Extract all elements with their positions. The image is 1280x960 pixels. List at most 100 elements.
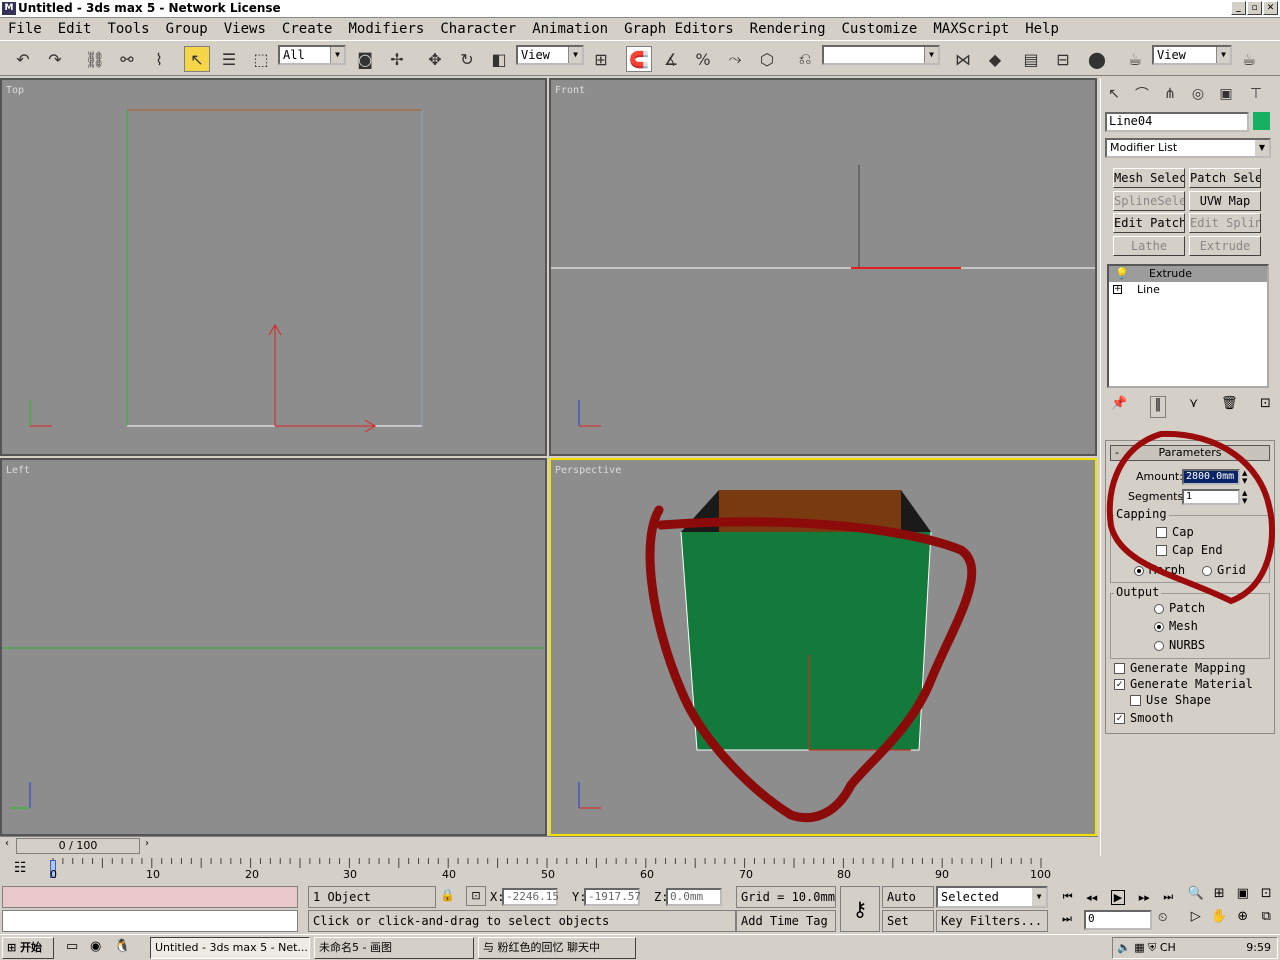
- fov-icon[interactable]: ▷: [1184, 909, 1208, 932]
- network-icon[interactable]: ▦: [1134, 941, 1144, 954]
- modifier-list-dropdown[interactable]: Modifier List ▼: [1105, 138, 1271, 158]
- shield-icon[interactable]: ⛨: [1148, 941, 1156, 954]
- render-scene-icon[interactable]: ☕: [1122, 46, 1148, 72]
- maximize-button[interactable]: ▫: [1247, 1, 1262, 15]
- modify-tab-icon[interactable]: ⌒: [1131, 82, 1153, 106]
- smooth-checkbox[interactable]: ✓ Smooth: [1114, 711, 1173, 725]
- viewport-perspective[interactable]: Perspective: [549, 458, 1097, 836]
- mesh-radio[interactable]: Mesh: [1154, 619, 1198, 633]
- remove-modifier-icon[interactable]: 🗑: [1221, 396, 1238, 418]
- set-key-button[interactable]: Set Key: [882, 910, 934, 932]
- task-chat[interactable]: 与 粉红色的回忆 聊天中: [478, 937, 636, 959]
- object-name-field[interactable]: Line04: [1105, 112, 1249, 132]
- track-view-icon[interactable]: ▤: [1018, 46, 1044, 72]
- menu-create[interactable]: Create: [282, 21, 333, 37]
- undo-icon[interactable]: ↶: [10, 46, 36, 72]
- lightbulb-icon[interactable]: 💡: [1115, 266, 1129, 282]
- rotate-icon[interactable]: ↻: [454, 46, 480, 72]
- menu-customize[interactable]: Customize: [842, 21, 918, 37]
- select-by-name-icon[interactable]: ☰: [216, 46, 242, 72]
- next-key-icon[interactable]: ▸▸: [1139, 891, 1150, 904]
- show-end-result-icon[interactable]: ‖: [1149, 396, 1167, 418]
- qq-icon[interactable]: 🐧: [114, 939, 130, 954]
- create-tab-icon[interactable]: ↖: [1103, 82, 1125, 106]
- task-paint[interactable]: 未命名5 - 画图: [314, 937, 474, 959]
- menu-edit[interactable]: Edit: [58, 21, 92, 37]
- zoom-extents-icon[interactable]: ▣: [1231, 886, 1255, 909]
- angle-snap-icon[interactable]: ∡: [658, 46, 684, 72]
- viewport-front[interactable]: Front: [549, 78, 1097, 456]
- x-coordinate-field[interactable]: -2246.15: [502, 888, 559, 906]
- generate-mapping-checkbox[interactable]: Generate Mapping: [1114, 661, 1246, 675]
- prev-key-icon[interactable]: ◂◂: [1086, 891, 1097, 904]
- utilities-tab-icon[interactable]: ⊤: [1245, 82, 1267, 106]
- lock-selection-icon[interactable]: 🔒: [440, 888, 455, 902]
- menu-rendering[interactable]: Rendering: [750, 21, 826, 37]
- key-filters-button[interactable]: Key Filters...: [936, 910, 1048, 932]
- min-max-toggle-icon[interactable]: ⧉: [1255, 909, 1279, 932]
- menu-maxscript[interactable]: MAXScript: [933, 21, 1009, 37]
- patch-select-button[interactable]: Patch Select: [1189, 168, 1261, 188]
- lathe-button[interactable]: Lathe: [1113, 236, 1185, 256]
- viewport-left[interactable]: Left: [0, 458, 547, 836]
- key-mode-toggle-icon[interactable]: ⏭: [1062, 912, 1072, 926]
- select-link-icon[interactable]: ⛓: [82, 46, 108, 72]
- align-icon[interactable]: ◆: [982, 46, 1008, 72]
- material-editor-icon[interactable]: ⬤: [1084, 46, 1110, 72]
- select-object-icon[interactable]: ↖: [184, 46, 210, 72]
- edit-spline-button[interactable]: Edit Spline: [1189, 213, 1261, 233]
- time-slider[interactable]: 0 / 100: [16, 838, 140, 854]
- snap-3d-icon[interactable]: 🧲: [626, 46, 652, 72]
- start-button[interactable]: ⊞ 开始: [2, 937, 54, 959]
- maxscript-listener-mini[interactable]: [2, 886, 298, 908]
- use-shape-checkbox[interactable]: Use Shape: [1130, 693, 1211, 707]
- bind-space-warp-icon[interactable]: ⌇: [146, 46, 172, 72]
- stack-item-extrude[interactable]: 💡 Extrude: [1109, 266, 1267, 282]
- close-button[interactable]: ✕: [1263, 1, 1278, 15]
- menu-help[interactable]: Help: [1025, 21, 1059, 37]
- y-coordinate-field[interactable]: -1917.57: [584, 888, 641, 906]
- uvw-map-button[interactable]: UVW Map: [1189, 191, 1261, 211]
- redo-icon[interactable]: ↷: [42, 46, 68, 72]
- extrude-button[interactable]: Extrude: [1189, 236, 1261, 256]
- menu-file[interactable]: File: [8, 21, 42, 37]
- zoom-icon[interactable]: 🔍: [1184, 886, 1208, 909]
- motion-tab-icon[interactable]: ◎: [1187, 82, 1209, 106]
- edit-patch-button[interactable]: Edit Patch: [1113, 213, 1185, 233]
- prev-frame-icon[interactable]: ‹: [0, 838, 14, 854]
- arc-rotate-icon[interactable]: ⊕: [1231, 909, 1255, 932]
- ref-coord-dropdown[interactable]: View ▼: [516, 45, 584, 65]
- track-bar[interactable]: ☷ 0 10 20 30 40 50 60 70 80 90 100: [0, 856, 1098, 884]
- ime-icon[interactable]: CH: [1160, 941, 1176, 954]
- time-config-icon[interactable]: ⏲: [1158, 910, 1167, 925]
- expand-plus-icon[interactable]: +: [1113, 285, 1122, 294]
- nurbs-radio[interactable]: NURBS: [1154, 638, 1205, 652]
- app-icon[interactable]: M: [2, 2, 16, 15]
- goto-end-icon[interactable]: ⏭: [1163, 890, 1173, 904]
- move-icon[interactable]: ✥: [422, 46, 448, 72]
- select-move-icon[interactable]: ✢: [384, 46, 410, 72]
- schematic-view-icon[interactable]: ⊟: [1050, 46, 1076, 72]
- viewport-top[interactable]: Top: [0, 78, 547, 456]
- make-unique-icon[interactable]: ⋎: [1189, 396, 1199, 418]
- scale-icon[interactable]: ◧: [486, 46, 512, 72]
- percent-snap-icon[interactable]: %: [690, 46, 716, 72]
- volume-icon[interactable]: 🔈: [1117, 941, 1131, 954]
- spinner-snap-icon[interactable]: ⤳: [722, 46, 748, 72]
- menu-character[interactable]: Character: [440, 21, 516, 37]
- pivot-center-icon[interactable]: ⊞: [588, 46, 614, 72]
- mirror-icon[interactable]: ⋈: [950, 46, 976, 72]
- task-3dsmax[interactable]: Untitled - 3ds max 5 - Net...: [150, 937, 310, 959]
- spline-select-button[interactable]: SplineSelect: [1113, 191, 1185, 211]
- browser-icon[interactable]: ◉: [90, 939, 101, 954]
- pan-icon[interactable]: ✋: [1208, 909, 1232, 932]
- desktop-icon[interactable]: ▭: [66, 939, 78, 954]
- rect-selection-icon[interactable]: ⬚: [248, 46, 274, 72]
- edit-named-sel-icon[interactable]: ⎌: [792, 46, 818, 72]
- current-frame-field[interactable]: 0: [1084, 910, 1152, 930]
- menu-tools[interactable]: Tools: [107, 21, 149, 37]
- menu-graph-editors[interactable]: Graph Editors: [624, 21, 734, 37]
- menu-group[interactable]: Group: [166, 21, 208, 37]
- key-mode-dropdown[interactable]: Selected ▼: [936, 886, 1048, 908]
- render-type-dropdown[interactable]: View ▼: [1152, 45, 1232, 65]
